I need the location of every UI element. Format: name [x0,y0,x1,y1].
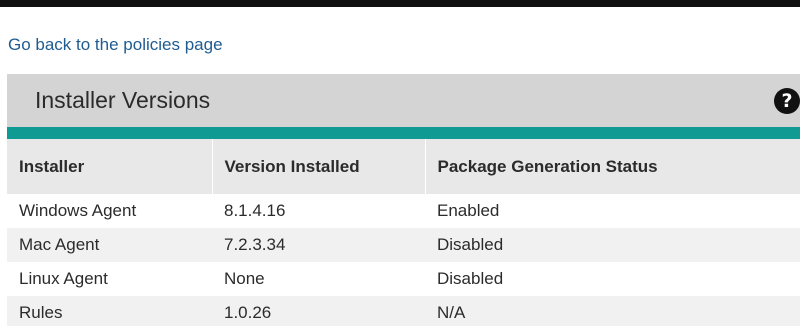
column-header-installer: Installer [19,156,85,176]
table-row: Mac Agent 7.2.3.34 Disabled [7,228,800,262]
status-cell: Disabled [437,235,504,254]
status-cell: Disabled [437,269,504,288]
installer-versions-page: Go back to the policies page Installer V… [0,0,800,326]
installer-cell: Linux Agent [19,269,108,288]
status-cell: Enabled [437,201,500,220]
panel-title: Installer Versions [35,87,211,113]
version-cell: 7.2.3.34 [224,235,286,254]
installer-cell: Rules [19,303,63,322]
installer-cell: Windows Agent [19,201,137,220]
status-cell: N/A [437,303,466,322]
column-header-version-installed: Version Installed [211,139,425,194]
back-to-policies-link[interactable]: Go back to the policies page [8,35,223,55]
table-header-row: Installer Version Installed Package Gene… [7,139,800,194]
installer-table-container: Installer Version Installed Package Gene… [7,139,800,326]
accent-bar [7,127,800,139]
table-row: Windows Agent 8.1.4.16 Enabled [7,194,800,228]
version-cell: 8.1.4.16 [224,201,286,220]
column-header-package-generation-status: Package Generation Status [424,139,800,194]
table-row: Linux Agent None Disabled [7,262,800,296]
installer-table: Installer Version Installed Package Gene… [7,139,800,326]
version-cell: 1.0.26 [224,303,272,322]
panel-header: Installer Versions ? [7,74,800,127]
help-icon[interactable]: ? [774,88,800,114]
version-cell: None [224,269,265,288]
installer-cell: Mac Agent [19,235,100,254]
table-row: Rules 1.0.26 N/A [7,296,800,326]
top-divider [0,0,800,7]
